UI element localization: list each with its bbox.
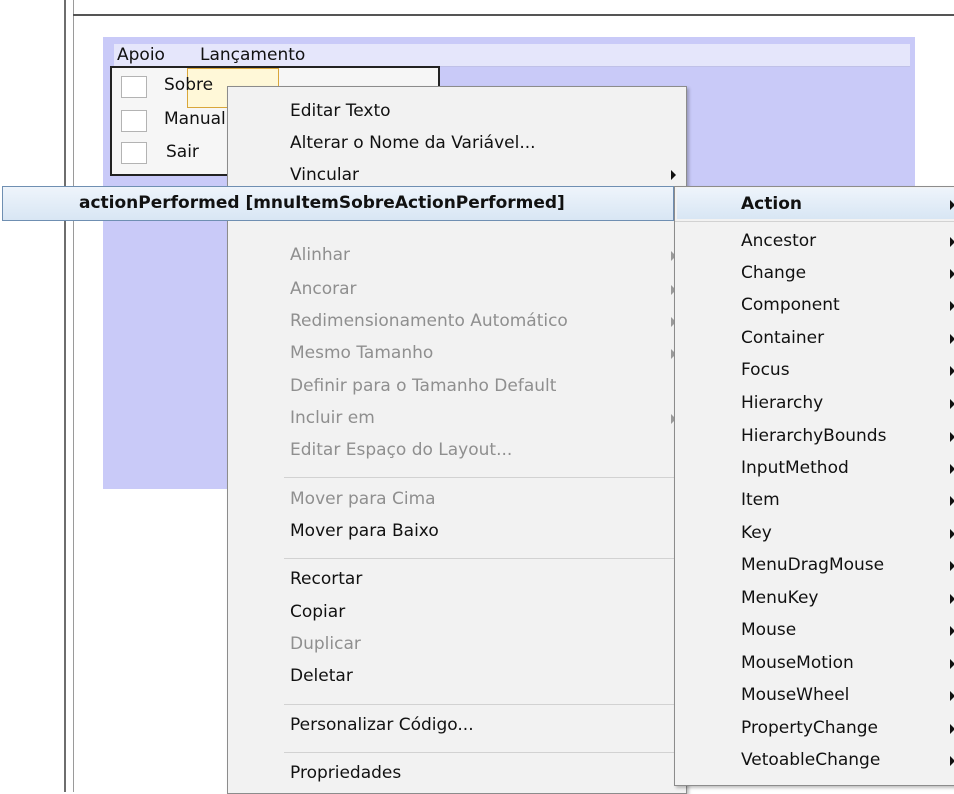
- event-change[interactable]: Change: [741, 263, 806, 283]
- menu-deletar[interactable]: Deletar: [290, 666, 353, 686]
- submenu-arrow-icon: [950, 269, 954, 279]
- menu-item-checkbox: [121, 142, 147, 164]
- menu-lancamento[interactable]: Lançamento: [200, 45, 305, 65]
- submenu-arrow-icon: [950, 626, 954, 636]
- event-property-change[interactable]: PropertyChange: [741, 718, 878, 738]
- menu-apoio[interactable]: Apoio: [117, 45, 165, 65]
- menu-editar-espaco-layout[interactable]: Editar Espaço do Layout...: [290, 440, 512, 460]
- menu-separator: [284, 704, 680, 705]
- menu-item-manual[interactable]: Manual: [164, 109, 226, 129]
- event-mouse[interactable]: Mouse: [741, 620, 796, 640]
- submenu-arrow-icon: [950, 529, 954, 539]
- submenu-arrow-icon: [950, 464, 954, 474]
- event-ancestor[interactable]: Ancestor: [741, 231, 816, 251]
- submenu-arrow-icon: [950, 200, 954, 210]
- editor-top-border: [73, 14, 954, 16]
- event-mouse-motion[interactable]: MouseMotion: [741, 653, 854, 673]
- menu-propriedades[interactable]: Propriedades: [290, 763, 401, 783]
- menu-copiar[interactable]: Copiar: [290, 602, 345, 622]
- event-input-method[interactable]: InputMethod: [741, 458, 849, 478]
- vincular-submenu: actionPerformed [mnuItemSobreActionPerfo…: [2, 186, 674, 221]
- menu-item-sobre[interactable]: Sobre: [164, 75, 213, 95]
- menu-separator: [675, 221, 954, 222]
- submenu-arrow-icon: [950, 301, 954, 311]
- menu-editar-texto[interactable]: Editar Texto: [290, 101, 391, 121]
- menu-item-checkbox: [121, 110, 147, 132]
- submenu-arrow-icon: [950, 432, 954, 442]
- menu-vincular[interactable]: Vincular: [290, 165, 359, 185]
- editor-left-border: [64, 0, 66, 792]
- event-component[interactable]: Component: [741, 295, 840, 315]
- submenu-arrow-icon: [950, 334, 954, 344]
- menu-mover-para-cima[interactable]: Mover para Cima: [290, 489, 436, 509]
- event-focus[interactable]: Focus: [741, 360, 790, 380]
- menu-ancorar[interactable]: Ancorar: [290, 279, 357, 299]
- menu-separator: [284, 752, 680, 753]
- menu-alinhar[interactable]: Alinhar: [290, 245, 350, 265]
- event-hierarchy-bounds[interactable]: HierarchyBounds: [741, 426, 886, 446]
- submenu-arrow-icon: [950, 724, 954, 734]
- form-menubar[interactable]: Apoio Lançamento: [114, 44, 910, 67]
- submenu-arrow-icon: [950, 561, 954, 571]
- submenu-arrow-icon: [950, 366, 954, 376]
- event-container[interactable]: Container: [741, 328, 824, 348]
- editor-left-border-inner: [73, 0, 74, 792]
- menu-personalizar-codigo[interactable]: Personalizar Código...: [290, 715, 474, 735]
- menu-duplicar[interactable]: Duplicar: [290, 634, 361, 654]
- event-key[interactable]: Key: [741, 523, 772, 543]
- submenu-arrow-icon: [950, 399, 954, 409]
- event-item[interactable]: Item: [741, 490, 780, 510]
- menu-mover-para-baixo[interactable]: Mover para Baixo: [290, 521, 439, 541]
- menu-definir-tamanho-default[interactable]: Definir para o Tamanho Default: [290, 376, 556, 396]
- events-highlight-row: [677, 188, 954, 219]
- menu-item-sair[interactable]: Sair: [166, 142, 199, 162]
- event-hierarchy[interactable]: Hierarchy: [741, 393, 823, 413]
- submenu-arrow-icon: [950, 496, 954, 506]
- menu-item-checkbox: [121, 76, 147, 98]
- menu-alterar-nome-variavel[interactable]: Alterar o Nome da Variável...: [290, 133, 536, 153]
- menu-mesmo-tamanho[interactable]: Mesmo Tamanho: [290, 343, 433, 363]
- submenu-arrow-icon: [671, 170, 676, 180]
- submenu-arrow-icon: [950, 594, 954, 604]
- menu-recortar[interactable]: Recortar: [290, 569, 362, 589]
- menu-redimensionamento-automatico[interactable]: Redimensionamento Automático: [290, 311, 568, 331]
- menu-incluir-em[interactable]: Incluir em: [290, 408, 375, 428]
- event-menu-drag-mouse[interactable]: MenuDragMouse: [741, 555, 884, 575]
- events-submenu: Action Ancestor Change Component Contain…: [674, 186, 954, 786]
- event-vetoable-change[interactable]: VetoableChange: [741, 750, 880, 770]
- event-action[interactable]: Action: [741, 194, 802, 214]
- event-mouse-wheel[interactable]: MouseWheel: [741, 685, 849, 705]
- submenu-arrow-icon: [950, 237, 954, 247]
- submenu-arrow-icon: [950, 659, 954, 669]
- menu-action-performed[interactable]: actionPerformed [mnuItemSobreActionPerfo…: [79, 193, 565, 213]
- menu-separator: [284, 558, 680, 559]
- menu-separator: [284, 477, 680, 478]
- submenu-arrow-icon: [950, 756, 954, 766]
- submenu-arrow-icon: [950, 691, 954, 701]
- event-menu-key[interactable]: MenuKey: [741, 588, 819, 608]
